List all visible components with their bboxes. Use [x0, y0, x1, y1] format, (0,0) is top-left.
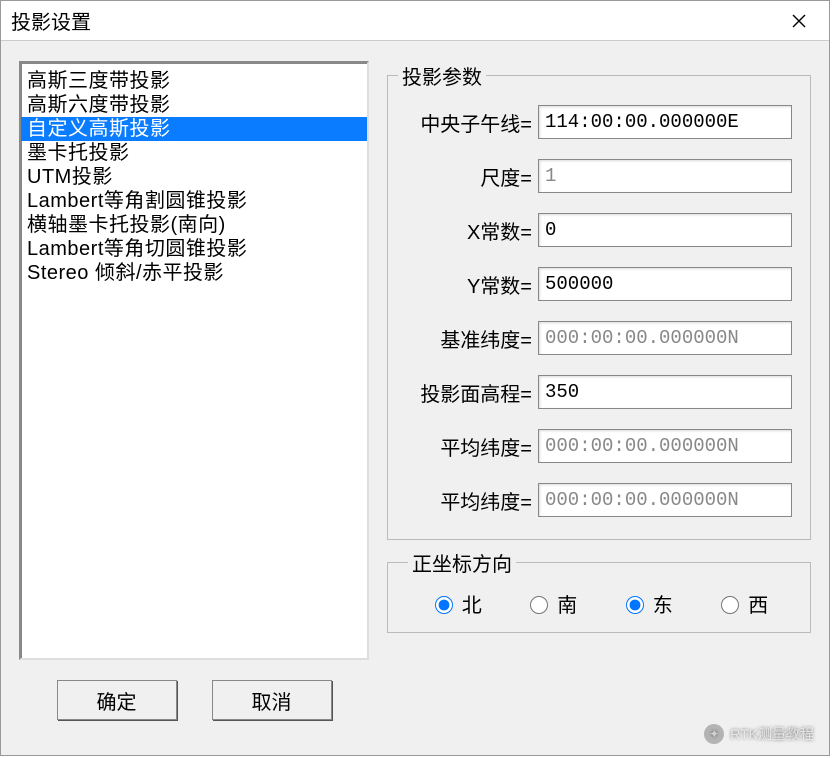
param-label: 中央子午线=: [398, 108, 538, 137]
param-row: Y常数=: [398, 267, 792, 301]
param-label: 尺度=: [398, 162, 538, 191]
projection-listbox[interactable]: 高斯三度带投影高斯六度带投影自定义高斯投影墨卡托投影UTM投影Lambert等角…: [19, 61, 369, 660]
ok-button[interactable]: 确定: [57, 680, 177, 720]
list-item[interactable]: Lambert等角割圆锥投影: [21, 189, 367, 213]
radio-label: 西: [748, 589, 768, 618]
projection-settings-window: 投影设置 高斯三度带投影高斯六度带投影自定义高斯投影墨卡托投影UTM投影Lamb…: [0, 0, 830, 756]
radio-label: 东: [653, 589, 673, 618]
param-label: Y常数=: [398, 270, 538, 299]
radio-label: 南: [557, 589, 577, 618]
projection-params-group: 投影参数 中央子午线= 尺度= X常数= Y常数= 基准纬度= 投影面高程= 平均纬度= 平均…: [387, 61, 811, 540]
param-row: X常数=: [398, 213, 792, 247]
radio-input[interactable]: [530, 596, 548, 614]
param-row: 基准纬度=: [398, 321, 792, 355]
content-area: 高斯三度带投影高斯六度带投影自定义高斯投影墨卡托投影UTM投影Lambert等角…: [1, 41, 829, 755]
list-item[interactable]: 高斯六度带投影: [21, 93, 367, 117]
list-item[interactable]: Lambert等角切圆锥投影: [21, 237, 367, 261]
direction-group: 正坐标方向 北 南 东 西: [387, 548, 811, 633]
param-input[interactable]: [538, 213, 792, 247]
param-row: 中央子午线=: [398, 105, 792, 139]
close-icon: [792, 14, 806, 28]
param-input[interactable]: [538, 429, 792, 463]
close-button[interactable]: [777, 5, 821, 37]
list-item[interactable]: 横轴墨卡托投影(南向): [21, 213, 367, 237]
param-input[interactable]: [538, 375, 792, 409]
param-row: 投影面高程=: [398, 375, 792, 409]
list-item[interactable]: 墨卡托投影: [21, 141, 367, 165]
radio-label: 北: [462, 589, 482, 618]
list-item[interactable]: 自定义高斯投影: [21, 117, 367, 141]
direction-option[interactable]: 东: [621, 589, 673, 618]
param-input[interactable]: [538, 483, 792, 517]
direction-option[interactable]: 南: [525, 589, 577, 618]
param-input[interactable]: [538, 159, 792, 193]
right-column: 投影参数 中央子午线= 尺度= X常数= Y常数= 基准纬度= 投影面高程= 平均纬度= 平均…: [387, 61, 811, 730]
list-item[interactable]: Stereo 倾斜/赤平投影: [21, 261, 367, 285]
direction-option[interactable]: 北: [430, 589, 482, 618]
radio-input[interactable]: [626, 596, 644, 614]
list-item[interactable]: 高斯三度带投影: [21, 69, 367, 93]
window-title: 投影设置: [11, 6, 91, 35]
cancel-button[interactable]: 取消: [212, 680, 332, 720]
param-row: 平均纬度=: [398, 483, 792, 517]
params-legend: 投影参数: [398, 61, 486, 90]
param-input[interactable]: [538, 321, 792, 355]
button-row: 确定 取消: [19, 680, 369, 730]
param-row: 尺度=: [398, 159, 792, 193]
param-label: 投影面高程=: [398, 378, 538, 407]
param-label: 基准纬度=: [398, 324, 538, 353]
direction-legend: 正坐标方向: [408, 548, 516, 577]
left-column: 高斯三度带投影高斯六度带投影自定义高斯投影墨卡托投影UTM投影Lambert等角…: [19, 61, 369, 730]
radio-input[interactable]: [435, 596, 453, 614]
param-label: X常数=: [398, 216, 538, 245]
param-label: 平均纬度=: [398, 486, 538, 515]
radio-input[interactable]: [721, 596, 739, 614]
param-label: 平均纬度=: [398, 432, 538, 461]
list-item[interactable]: UTM投影: [21, 165, 367, 189]
param-input[interactable]: [538, 267, 792, 301]
param-row: 平均纬度=: [398, 429, 792, 463]
titlebar: 投影设置: [1, 1, 829, 41]
direction-option[interactable]: 西: [716, 589, 768, 618]
param-input[interactable]: [538, 105, 792, 139]
